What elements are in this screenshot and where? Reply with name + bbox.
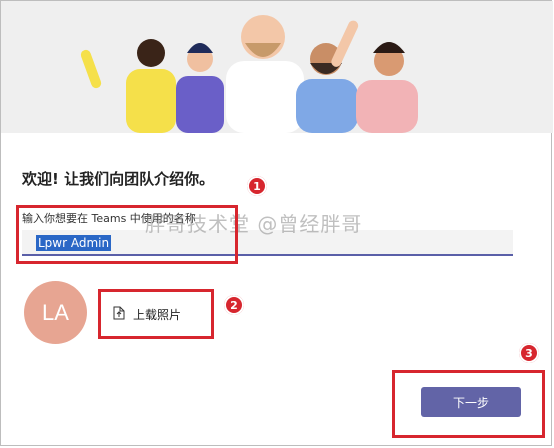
annotation-box-2: [98, 289, 214, 339]
annotation-box-3: [392, 370, 545, 438]
annotation-box-1: [16, 205, 238, 264]
annotation-number-2: 2: [224, 295, 244, 315]
welcome-title: 欢迎! 让我们向团队介绍你。: [22, 170, 215, 188]
annotation-number-1: 1: [247, 176, 267, 196]
team-illustration: [1, 1, 553, 133]
annotation-number-3: 3: [519, 343, 539, 363]
avatar: LA: [24, 281, 87, 344]
